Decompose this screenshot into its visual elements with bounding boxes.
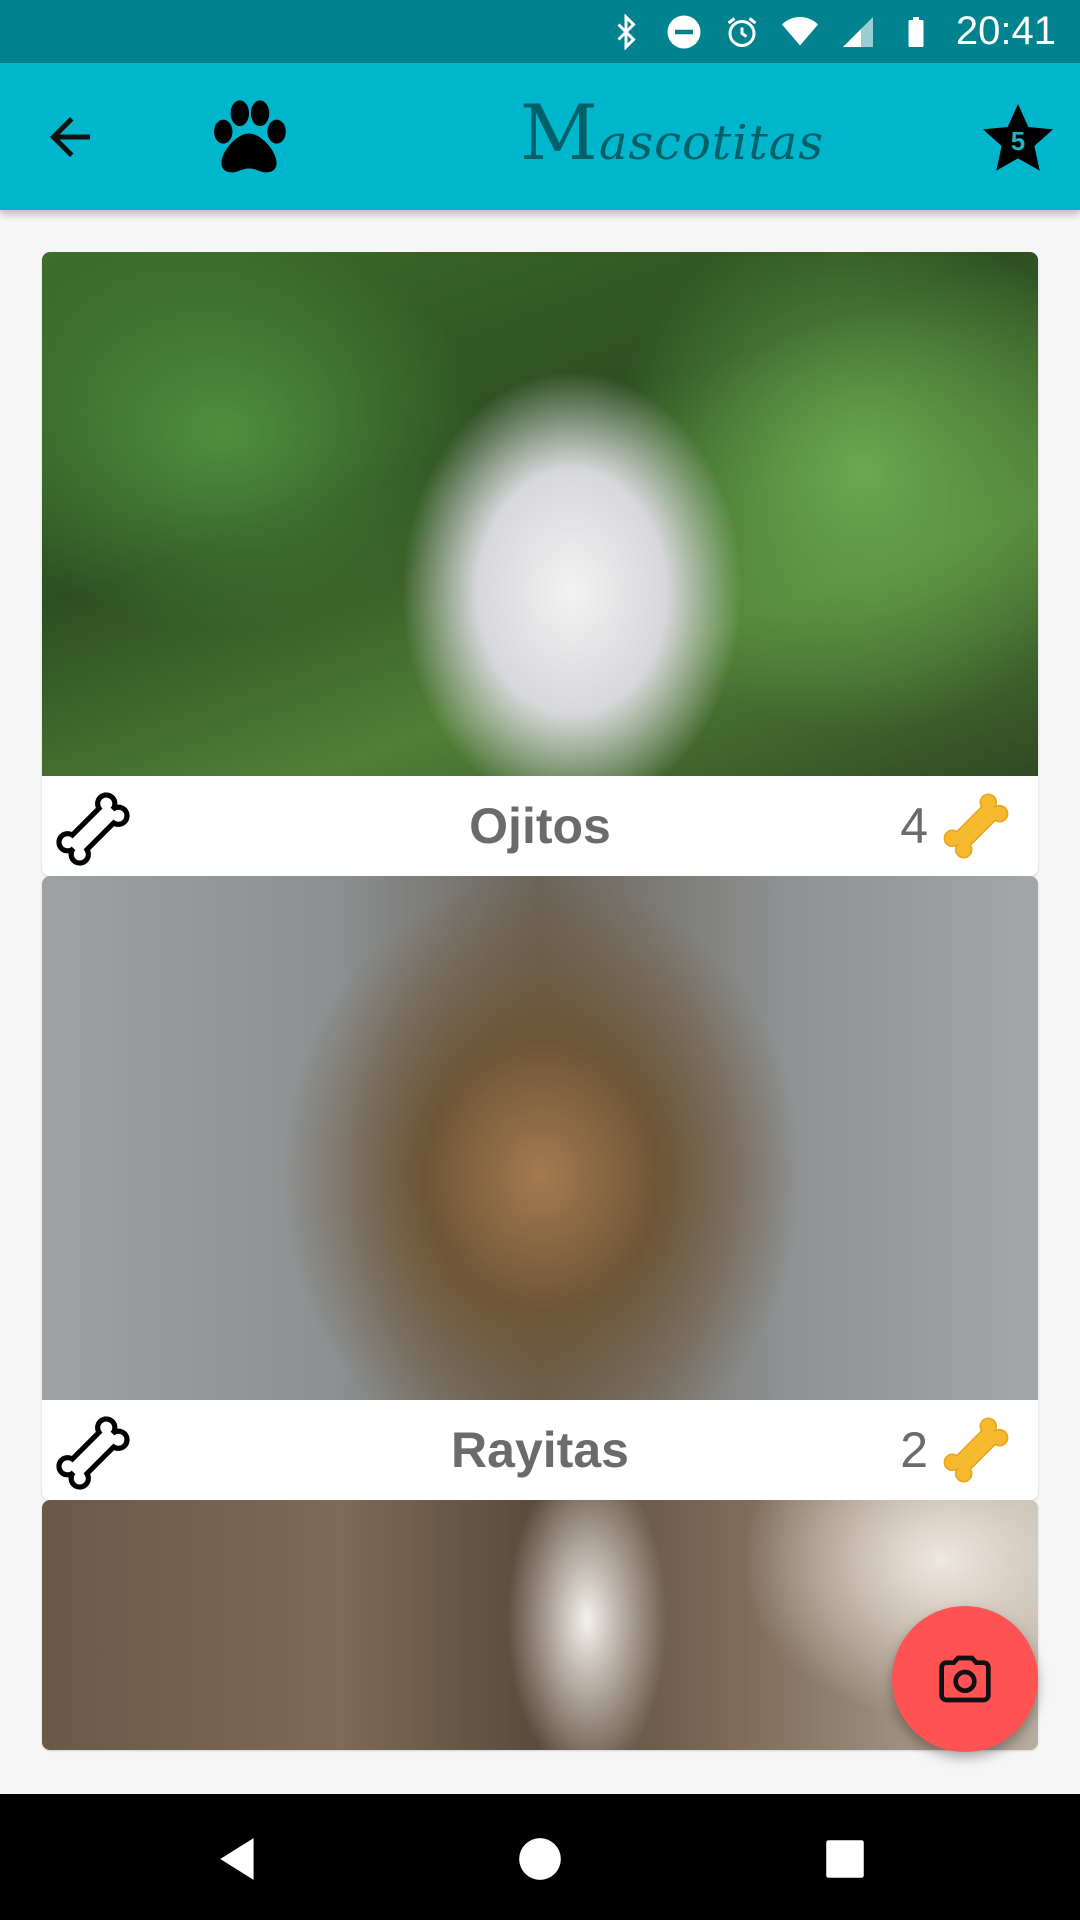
- pet-name: Ojitos: [469, 798, 611, 854]
- paw-icon[interactable]: [203, 93, 295, 185]
- pet-card[interactable]: Ojitos 4: [42, 252, 1038, 876]
- favorites-button[interactable]: 5: [978, 99, 1058, 179]
- battery-icon: [908, 16, 924, 47]
- pet-photo: [42, 1500, 1038, 1750]
- nav-recents-icon[interactable]: [820, 1834, 870, 1884]
- pet-name: Rayitas: [451, 1422, 629, 1478]
- status-time: 20:41: [955, 9, 1056, 53]
- pet-photo: [42, 876, 1038, 1400]
- nav-home-icon[interactable]: [515, 1834, 565, 1884]
- signal-icon: [842, 16, 873, 47]
- app-title: Mascotitas: [520, 88, 825, 177]
- alarm-icon: [727, 16, 757, 47]
- bone-rating-icon: [943, 1417, 1009, 1483]
- pet-card[interactable]: Rayitas 2: [42, 876, 1038, 1500]
- pet-card-footer: Rayitas 2: [42, 1400, 1038, 1500]
- likes-count: 4: [900, 798, 928, 854]
- camera-icon: [939, 1655, 991, 1703]
- favorites-count: 5: [1010, 126, 1026, 156]
- pet-photo: [42, 252, 1038, 776]
- pet-card-footer: Ojitos 4: [42, 776, 1038, 876]
- app-bar: Mascotitas 5: [0, 63, 1080, 210]
- status-bar: 20:41: [0, 0, 1080, 63]
- camera-fab-button[interactable]: [892, 1606, 1038, 1752]
- nav-back-icon[interactable]: [214, 1834, 264, 1884]
- back-arrow-icon[interactable]: [40, 107, 100, 167]
- pet-card[interactable]: [42, 1500, 1038, 1750]
- bone-rating-icon: [943, 793, 1009, 859]
- bluetooth-icon: [617, 13, 636, 50]
- wifi-icon: [781, 16, 818, 45]
- pet-list[interactable]: Ojitos 4 Rayitas 2: [42, 252, 1038, 1750]
- likes-count: 2: [900, 1422, 928, 1478]
- do-not-disturb-icon: [667, 15, 701, 48]
- system-nav-bar: [0, 1794, 1080, 1920]
